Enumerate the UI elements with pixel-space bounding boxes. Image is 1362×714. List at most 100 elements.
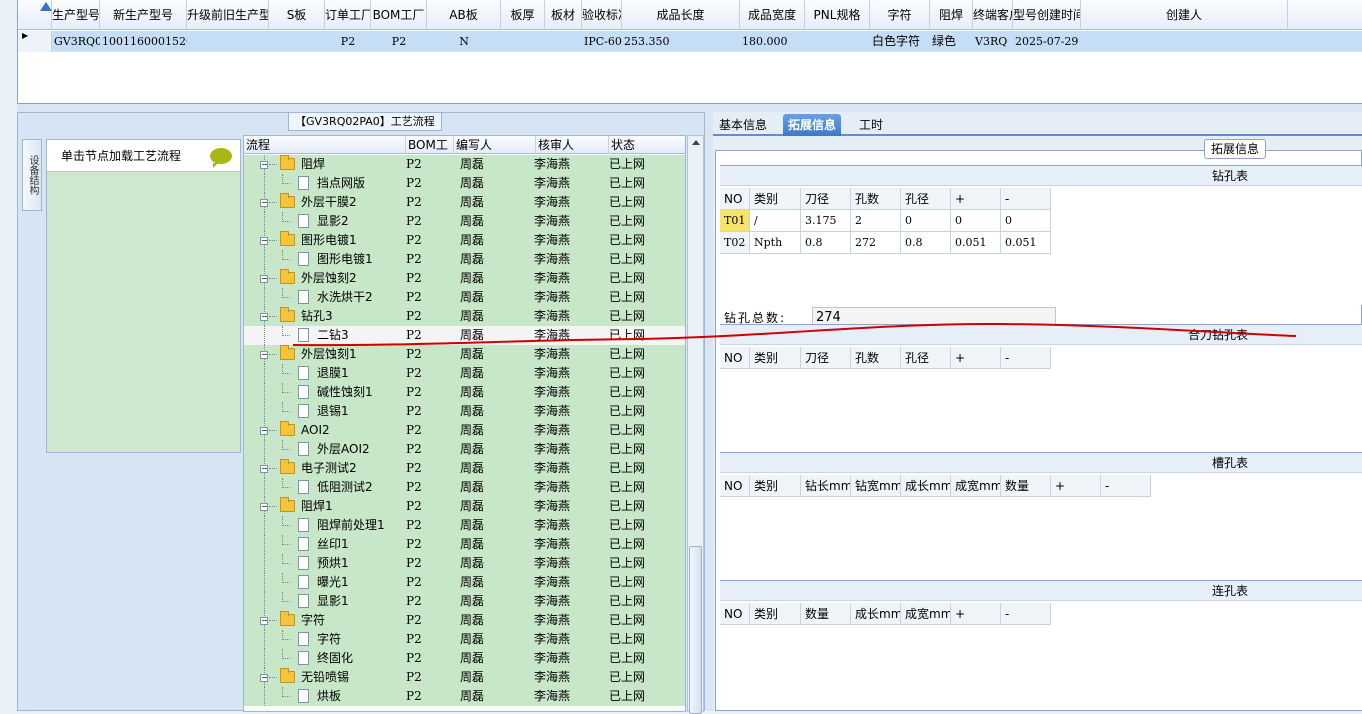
grid-cell[interactable]: 0.8 — [801, 232, 851, 254]
grid-header-cell[interactable]: S板 — [269, 0, 325, 30]
grid-header-cell[interactable]: PNL规格 — [805, 0, 870, 30]
grid-header-cell[interactable]: BOM工厂 — [371, 0, 427, 30]
grid-cell[interactable]: 0 — [1001, 210, 1051, 232]
grid-cell[interactable]: IPC-6012 II级 — [582, 31, 622, 52]
grid-cell[interactable]: N — [427, 31, 501, 52]
tree-scrollbar[interactable] — [687, 135, 704, 714]
grid-cell[interactable]: T01 — [720, 210, 750, 232]
grid-header-cell[interactable]: 阻焊 — [930, 0, 973, 30]
tree-row[interactable]: 丝印1 P2 周磊 李海燕 已上网 — [244, 535, 685, 554]
node-hint[interactable]: 单击节点加载工艺流程 — [47, 140, 240, 172]
grid-cell[interactable]: 0.051 — [951, 232, 1001, 254]
grid-cell[interactable]: 2 — [851, 210, 901, 232]
tree-row[interactable]: 阻焊前处理1 P2 周磊 李海燕 已上网 — [244, 516, 685, 535]
tree-row[interactable]: − 外层干膜2 P2 周磊 李海燕 已上网 — [244, 193, 685, 212]
collapse-icon[interactable]: − — [260, 674, 268, 682]
tree-row[interactable]: 水洗烘干2 P2 周磊 李海燕 已上网 — [244, 288, 685, 307]
tree-row[interactable]: 图形电镀1 P2 周磊 李海燕 已上网 — [244, 250, 685, 269]
grid-cell[interactable] — [501, 31, 545, 52]
grid-cell[interactable]: 3.175 — [801, 210, 851, 232]
grid-header-cell[interactable]: 订单工厂 — [325, 0, 371, 30]
product-grid-row[interactable]: ▶ GV3RQ02PA010011600015202P2P2NIPC-6012 … — [18, 31, 1362, 52]
tab-work-hours[interactable]: 工时 — [854, 114, 888, 136]
grid-header-cell[interactable]: 字符 — [870, 0, 930, 30]
grid-header-cell[interactable]: 新生产型号 — [100, 0, 187, 30]
collapse-icon[interactable]: − — [260, 465, 268, 473]
vertical-splitter[interactable] — [705, 112, 713, 711]
grid-header-cell[interactable]: 板材 — [545, 0, 582, 30]
grid-cell[interactable]: 272 — [851, 232, 901, 254]
grid-cell[interactable]: 白色字符 — [870, 31, 930, 52]
grid-cell[interactable] — [545, 31, 582, 52]
scroll-up-icon[interactable] — [692, 140, 700, 145]
grid-cell[interactable] — [1081, 31, 1288, 52]
tree-row[interactable]: − 阻焊 P2 周磊 李海燕 已上网 — [244, 155, 685, 174]
tree-row[interactable]: 预烘1 P2 周磊 李海燕 已上网 — [244, 554, 685, 573]
grid-header-cell[interactable]: 升级前旧生产型号 — [187, 0, 269, 30]
grid-cell[interactable]: 180.000 — [740, 31, 805, 52]
collapse-icon[interactable]: − — [260, 617, 268, 625]
collapse-icon[interactable]: − — [260, 199, 268, 207]
tree-header-cell[interactable]: 核审人 — [536, 136, 609, 154]
tree-row[interactable]: − 电子测试2 P2 周磊 李海燕 已上网 — [244, 459, 685, 478]
collapse-icon[interactable]: − — [260, 161, 268, 169]
tree-row[interactable]: 曝光1 P2 周磊 李海燕 已上网 — [244, 573, 685, 592]
tab-basic-info[interactable]: 基本信息 — [714, 114, 772, 136]
grid-cell[interactable]: 0 — [901, 210, 951, 232]
tree-row[interactable]: 二钻3 P2 周磊 李海燕 已上网 — [244, 326, 685, 345]
tree-row[interactable]: 退锡1 P2 周磊 李海燕 已上网 — [244, 402, 685, 421]
tree-row[interactable]: 显影2 P2 周磊 李海燕 已上网 — [244, 212, 685, 231]
grid-header-cell[interactable]: 生产型号 — [52, 0, 100, 30]
device-structure-tab[interactable]: 设备结构 — [22, 139, 42, 211]
grid-cell[interactable]: 2025-07-29 21:06:21 — [1013, 31, 1081, 52]
grid-cell[interactable]: Npth — [750, 232, 801, 254]
tree-row[interactable]: 字符 P2 周磊 李海燕 已上网 — [244, 630, 685, 649]
tree-row[interactable]: 挡点网版 P2 周磊 李海燕 已上网 — [244, 174, 685, 193]
grid-header-cell[interactable]: 型号创建时间 — [1013, 0, 1081, 30]
grid-header-cell[interactable]: AB板 — [427, 0, 501, 30]
tree-header-cell[interactable]: 编写人 — [454, 136, 536, 154]
tree-row[interactable]: − 外层蚀刻1 P2 周磊 李海燕 已上网 — [244, 345, 685, 364]
grid-cell[interactable]: T02 — [720, 232, 750, 254]
grid-cell[interactable]: 0.8 — [901, 232, 951, 254]
tree-row[interactable]: − 图形电镀1 P2 周磊 李海燕 已上网 — [244, 231, 685, 250]
tree-row[interactable]: 显影1 P2 周磊 李海燕 已上网 — [244, 592, 685, 611]
tree-header-cell[interactable]: 状态 — [609, 136, 685, 154]
grid-header-cell[interactable]: 验收标准 — [582, 0, 622, 30]
grid-cell[interactable]: V3RQ — [973, 31, 1013, 52]
tree-header-cell[interactable]: 流程 — [244, 136, 406, 154]
grid-cell[interactable] — [805, 31, 870, 52]
grid-header-cell[interactable]: 成品长度 — [622, 0, 740, 30]
horizontal-splitter[interactable] — [17, 104, 1362, 112]
grid-cell[interactable]: 0 — [951, 210, 1001, 232]
grid-header-cell[interactable]: 成品宽度 — [740, 0, 805, 30]
grid-cell[interactable]: 0.051 — [1001, 232, 1051, 254]
grid-cell[interactable]: 10011600015202 — [100, 31, 187, 52]
tree-row[interactable]: − AOI2 P2 周磊 李海燕 已上网 — [244, 421, 685, 440]
grid-header-cell[interactable]: 终端客户代码 — [973, 0, 1013, 30]
tree-row[interactable]: 退膜1 P2 周磊 李海燕 已上网 — [244, 364, 685, 383]
tree-row[interactable]: 烘板 P2 周磊 李海燕 已上网 — [244, 687, 685, 706]
grid-cell[interactable]: / — [750, 210, 801, 232]
tab-ext-info[interactable]: 拓展信息 — [783, 114, 842, 136]
scroll-thumb[interactable] — [689, 546, 702, 714]
grid-cell[interactable]: P2 — [371, 31, 427, 52]
grid-cell[interactable] — [187, 31, 269, 52]
tree-row[interactable]: 低阻测试2 P2 周磊 李海燕 已上网 — [244, 478, 685, 497]
tree-header-cell[interactable]: BOM工厂 — [406, 136, 454, 170]
grid-cell[interactable]: 253.350 — [622, 31, 740, 52]
grid-cell[interactable]: 绿色 — [930, 31, 973, 52]
tree-row[interactable]: − 钻孔3 P2 周磊 李海燕 已上网 — [244, 307, 685, 326]
grid-header-cell[interactable]: 创建人 — [1081, 0, 1288, 30]
collapse-icon[interactable]: − — [260, 503, 268, 511]
tree-row[interactable]: − 无铅喷锡 P2 周磊 李海燕 已上网 — [244, 668, 685, 687]
tree-row[interactable]: − 字符 P2 周磊 李海燕 已上网 — [244, 611, 685, 630]
collapse-icon[interactable]: − — [260, 275, 268, 283]
grid-header-cell[interactable]: 板厚 — [501, 0, 545, 30]
collapse-icon[interactable]: − — [260, 351, 268, 359]
tree-row[interactable]: 碱性蚀刻1 P2 周磊 李海燕 已上网 — [244, 383, 685, 402]
collapse-icon[interactable]: − — [260, 427, 268, 435]
grid-cell[interactable]: GV3RQ02PA0 — [52, 31, 100, 52]
tree-row[interactable]: − 外层蚀刻2 P2 周磊 李海燕 已上网 — [244, 269, 685, 288]
grid-cell[interactable]: P2 — [325, 31, 371, 52]
